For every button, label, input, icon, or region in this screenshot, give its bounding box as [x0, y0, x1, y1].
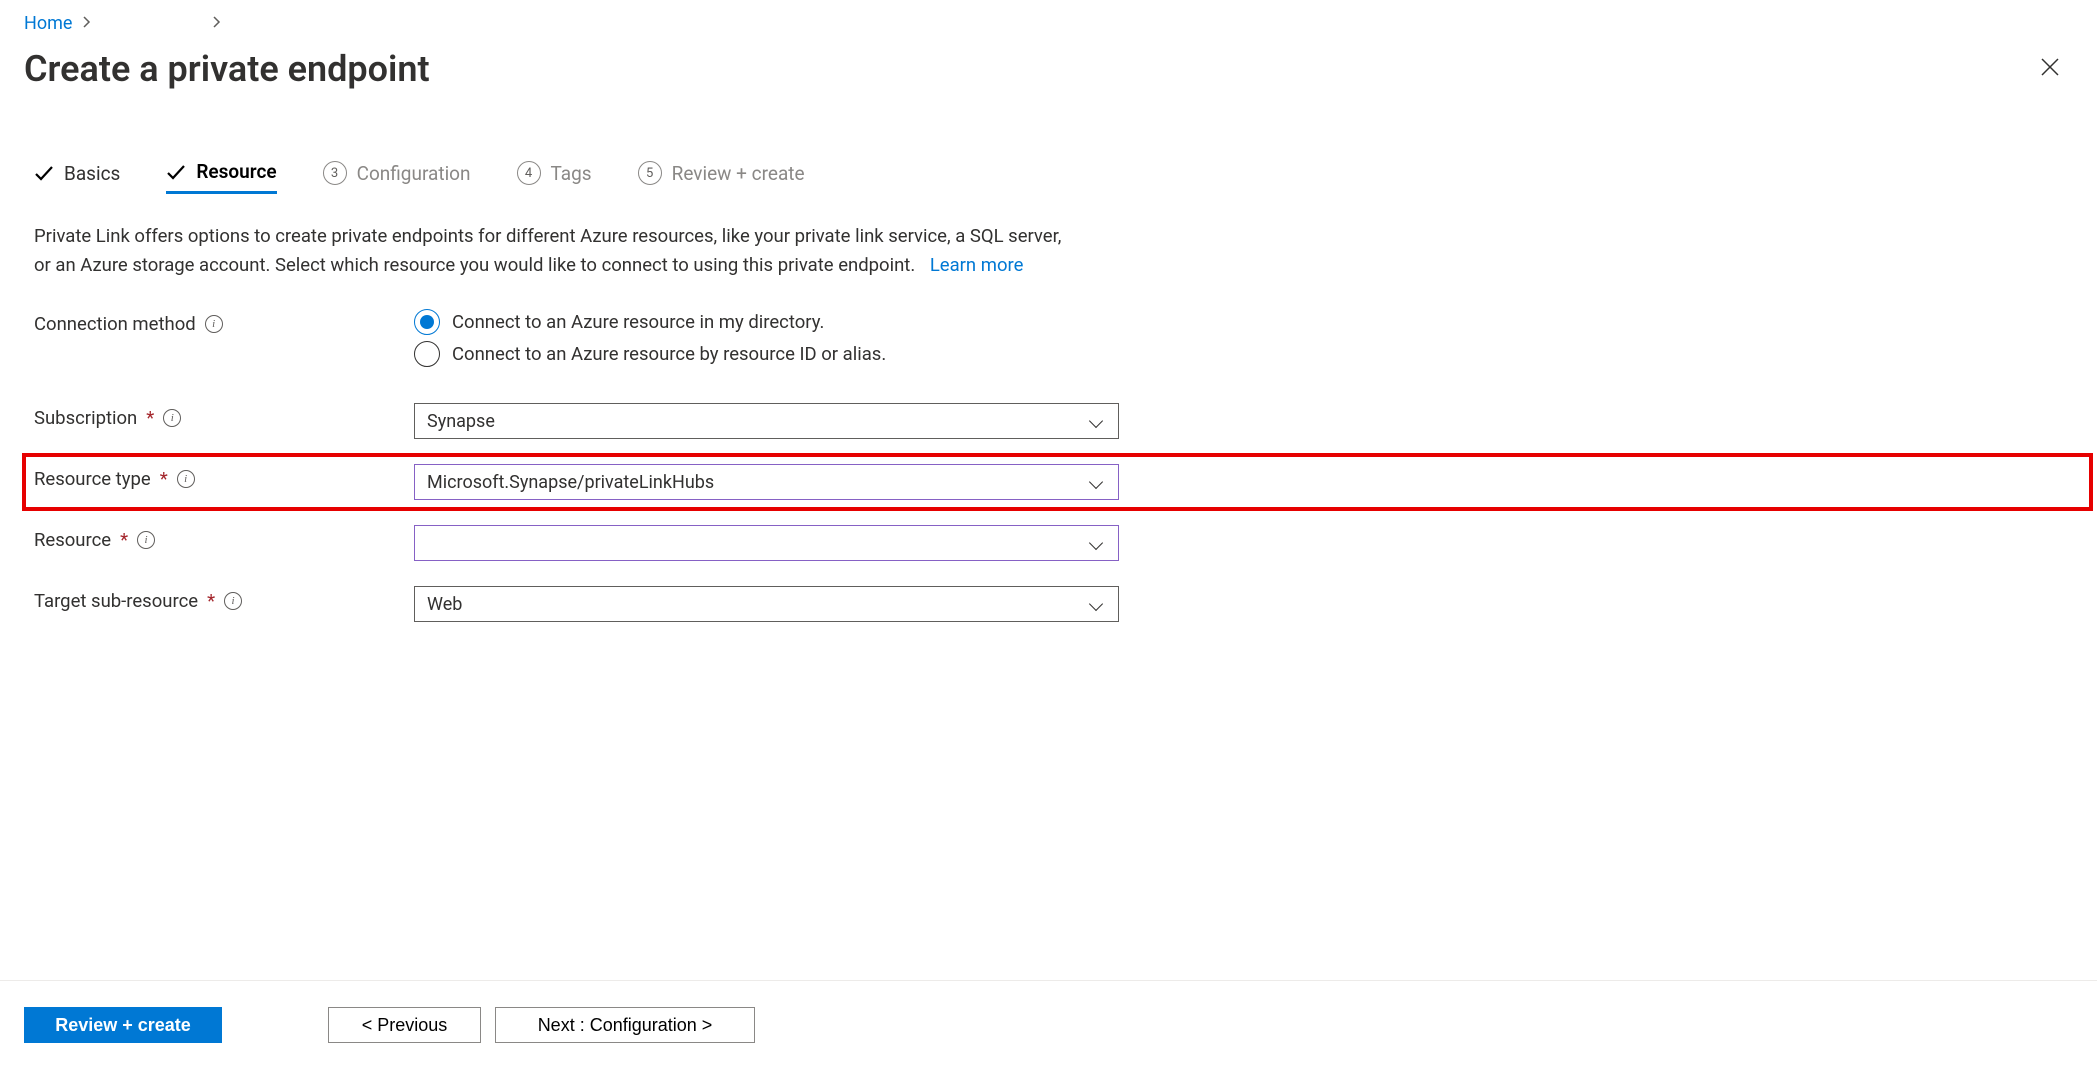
resource-select[interactable]: [414, 525, 1119, 561]
tab-review[interactable]: 5 Review + create: [638, 161, 805, 193]
required-indicator: *: [207, 590, 215, 612]
description-text: Private Link offers options to create pr…: [34, 222, 1214, 279]
tab-basics[interactable]: Basics: [34, 162, 120, 193]
info-icon[interactable]: [205, 315, 223, 333]
breadcrumb: Home: [0, 0, 2097, 34]
tab-tags-label: Tags: [551, 162, 592, 185]
learn-more-link[interactable]: Learn more: [930, 254, 1024, 276]
connection-method-label: Connection method: [34, 313, 196, 335]
target-sub-resource-value: Web: [427, 594, 462, 615]
chevron-down-icon: [1088, 594, 1108, 614]
checkmark-icon: [34, 163, 54, 183]
tab-step-number: 5: [638, 161, 662, 185]
info-icon[interactable]: [137, 531, 155, 549]
chevron-down-icon: [1088, 472, 1108, 492]
previous-button[interactable]: < Previous: [328, 1007, 481, 1043]
page-title: Create a private endpoint: [24, 48, 430, 90]
connection-method-radio-id[interactable]: Connect to an Azure resource by resource…: [414, 341, 1119, 367]
chevron-down-icon: [1088, 411, 1108, 431]
tab-resource-label: Resource: [196, 160, 276, 183]
radio-unselected-icon: [414, 341, 440, 367]
chevron-right-icon: [212, 16, 222, 32]
tab-tags[interactable]: 4 Tags: [517, 161, 592, 193]
required-indicator: *: [146, 407, 154, 429]
wizard-tabs: Basics Resource 3 Configuration 4 Tags 5…: [34, 160, 2063, 194]
required-indicator: *: [160, 468, 168, 490]
checkmark-icon: [166, 162, 186, 182]
next-button[interactable]: Next : Configuration >: [495, 1007, 755, 1043]
tab-resource[interactable]: Resource: [166, 160, 276, 194]
resource-label: Resource: [34, 529, 111, 551]
info-icon[interactable]: [163, 409, 181, 427]
tab-configuration-label: Configuration: [357, 162, 471, 185]
radio-directory-label: Connect to an Azure resource in my direc…: [452, 311, 824, 333]
footer-actions: Review + create < Previous Next : Config…: [0, 980, 2097, 1065]
review-create-button[interactable]: Review + create: [24, 1007, 222, 1043]
tab-step-number: 3: [323, 161, 347, 185]
radio-selected-icon: [414, 309, 440, 335]
resource-type-label: Resource type: [34, 468, 151, 490]
resource-type-value: Microsoft.Synapse/privateLinkHubs: [427, 472, 714, 493]
breadcrumb-home[interactable]: Home: [24, 13, 72, 34]
subscription-value: Synapse: [427, 411, 495, 432]
info-icon[interactable]: [177, 470, 195, 488]
chevron-down-icon: [1088, 533, 1108, 553]
connection-method-radio-directory[interactable]: Connect to an Azure resource in my direc…: [414, 309, 1119, 335]
resource-type-select[interactable]: Microsoft.Synapse/privateLinkHubs: [414, 464, 1119, 500]
tab-configuration[interactable]: 3 Configuration: [323, 161, 471, 193]
tab-basics-label: Basics: [64, 162, 120, 185]
required-indicator: *: [120, 529, 128, 551]
info-icon[interactable]: [224, 592, 242, 610]
target-sub-resource-label: Target sub-resource: [34, 590, 198, 612]
close-icon[interactable]: [2027, 50, 2073, 89]
chevron-right-icon: [82, 16, 92, 32]
tab-review-label: Review + create: [672, 162, 805, 185]
subscription-label: Subscription: [34, 407, 137, 429]
tab-step-number: 4: [517, 161, 541, 185]
subscription-select[interactable]: Synapse: [414, 403, 1119, 439]
radio-id-label: Connect to an Azure resource by resource…: [452, 343, 886, 365]
target-sub-resource-select[interactable]: Web: [414, 586, 1119, 622]
